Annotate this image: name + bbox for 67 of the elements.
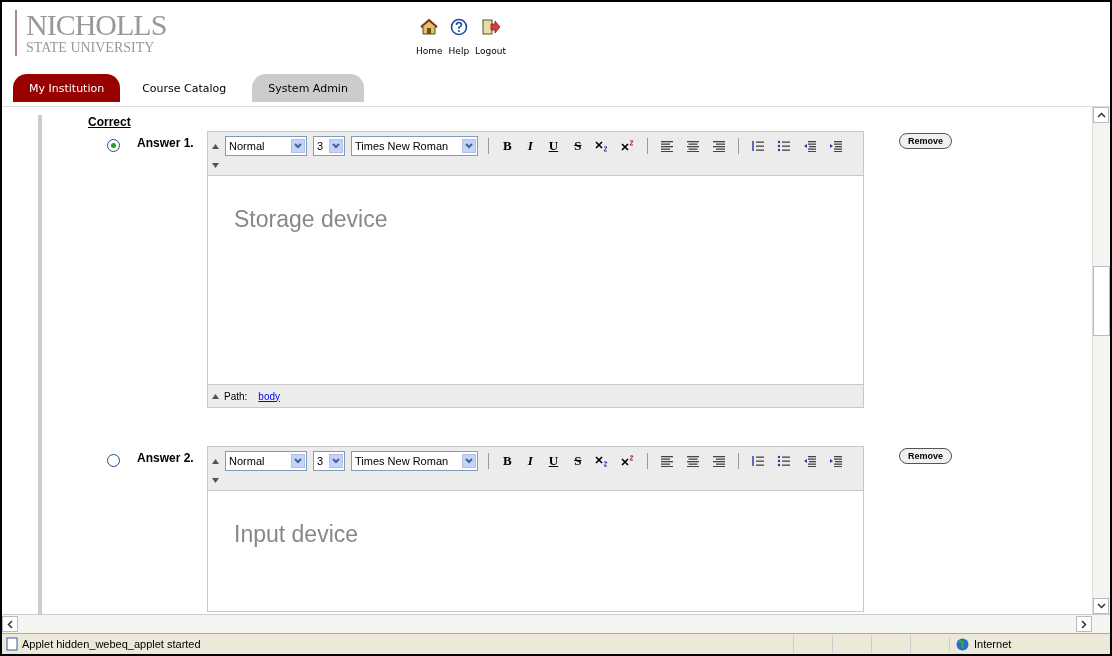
dropdown[interactable]: Normal: [225, 451, 307, 471]
path-label: Path:: [224, 390, 248, 402]
nav-link[interactable]: Home: [416, 46, 443, 56]
format-button[interactable]: I: [522, 453, 538, 469]
radio-button[interactable]: [107, 139, 120, 152]
nav-link[interactable]: Logout: [475, 46, 506, 56]
indent-icon[interactable]: [829, 455, 844, 467]
align-center-icon[interactable]: [686, 140, 701, 152]
dropdown[interactable]: 3: [313, 451, 345, 471]
tab[interactable]: My Institution: [13, 74, 121, 102]
subscript-icon[interactable]: [595, 140, 610, 152]
page-icon: [6, 637, 18, 651]
align-left-icon[interactable]: [660, 140, 675, 152]
answer-label: Answer 2.: [137, 451, 195, 465]
align-right-icon[interactable]: [712, 140, 727, 152]
superscript-icon[interactable]: [621, 140, 636, 152]
tab[interactable]: Course Catalog: [126, 74, 243, 102]
format-button[interactable]: S: [569, 138, 587, 154]
dropdown[interactable]: 3: [313, 136, 345, 156]
outdent-icon[interactable]: [803, 140, 818, 152]
format-button[interactable]: B: [498, 138, 517, 154]
subscript-icon[interactable]: [595, 455, 610, 467]
format-button[interactable]: S: [569, 453, 587, 469]
tab[interactable]: System Admin: [252, 74, 364, 102]
collapse-arrow-icon[interactable]: [212, 393, 219, 399]
scroll-up-icon[interactable]: [1096, 112, 1106, 118]
bulleted-list-icon[interactable]: [777, 455, 792, 467]
nav-link[interactable]: Help: [448, 46, 470, 56]
help-icon[interactable]: [449, 18, 468, 36]
superscript-icon[interactable]: [621, 455, 636, 467]
answer-label: Answer 1.: [137, 136, 195, 150]
scroll-down-icon[interactable]: [1096, 603, 1106, 609]
format-button[interactable]: U: [543, 453, 564, 469]
status-message: Applet hidden_webeq_applet started: [22, 638, 202, 650]
collapse-arrow-icon[interactable]: [212, 458, 219, 464]
format-button[interactable]: I: [522, 138, 538, 154]
horizontal-scrollbar[interactable]: [2, 614, 1110, 633]
expand-arrow-icon[interactable]: [212, 163, 219, 168]
outdent-icon[interactable]: [803, 455, 818, 467]
path-link[interactable]: body: [258, 390, 281, 402]
align-right-icon[interactable]: [712, 455, 727, 467]
remove-button[interactable]: Remove: [899, 448, 952, 464]
align-left-icon[interactable]: [660, 455, 675, 467]
remove-button[interactable]: Remove: [899, 133, 952, 149]
house-icon[interactable]: [420, 18, 439, 36]
scroll-left-icon[interactable]: [7, 619, 13, 629]
dropdown[interactable]: Times New Roman: [351, 136, 478, 156]
format-button[interactable]: U: [543, 138, 564, 154]
numbered-list-icon[interactable]: [751, 140, 766, 152]
numbered-list-icon[interactable]: [751, 455, 766, 467]
dropdown[interactable]: Times New Roman: [351, 451, 478, 471]
format-button[interactable]: B: [498, 453, 517, 469]
vertical-scrollbar[interactable]: [1092, 107, 1110, 614]
scroll-right-icon[interactable]: [1081, 619, 1087, 629]
collapse-arrow-icon[interactable]: [212, 143, 219, 149]
section-heading: Correct: [88, 115, 132, 129]
bulleted-list-icon[interactable]: [777, 140, 792, 152]
expand-arrow-icon[interactable]: [212, 478, 219, 483]
align-center-icon[interactable]: [686, 455, 701, 467]
university-logo: NICHOLLS STATE UNIVERSITY: [15, 10, 167, 56]
radio-button[interactable]: [107, 454, 120, 467]
door-arrow-icon[interactable]: [480, 18, 501, 36]
indent-icon[interactable]: [829, 140, 844, 152]
dropdown[interactable]: Normal: [225, 136, 307, 156]
globe-icon: [956, 637, 969, 651]
scroll-thumb[interactable]: [1093, 265, 1110, 336]
security-zone: Internet: [974, 638, 1012, 650]
